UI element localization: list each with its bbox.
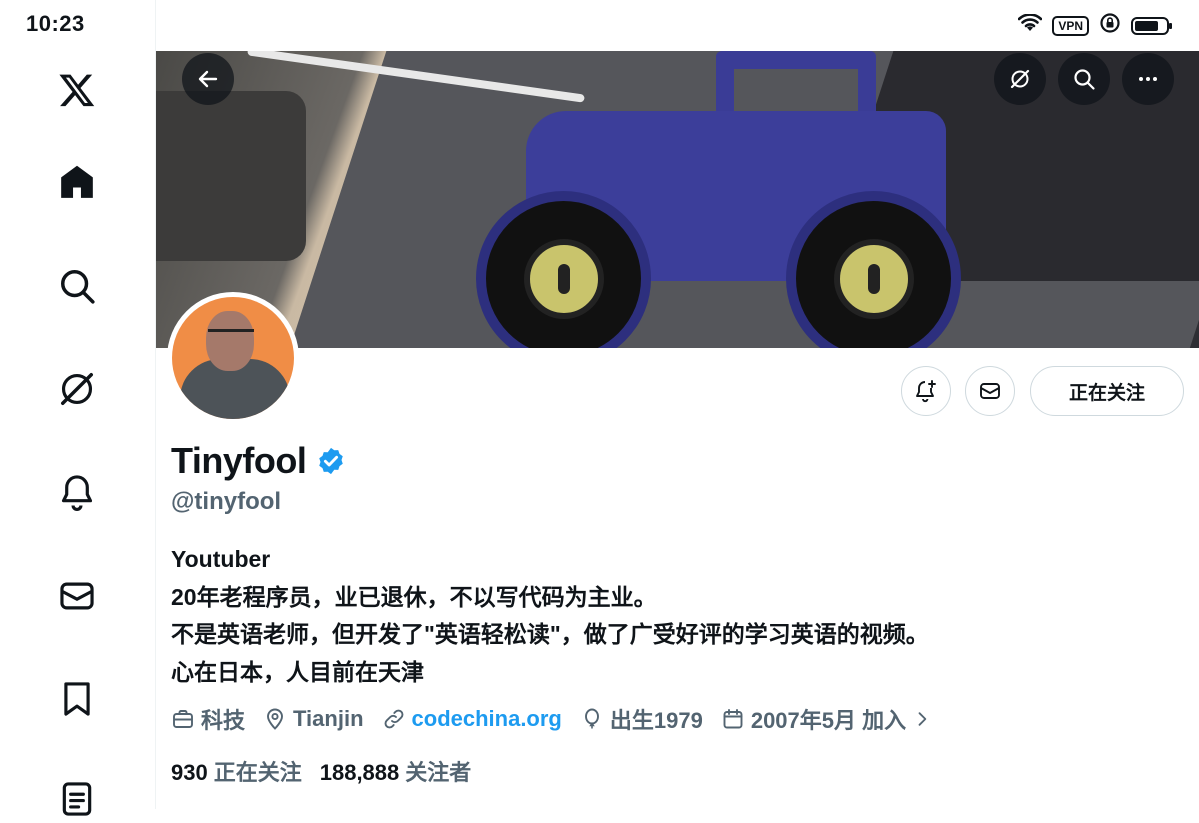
website-item[interactable]: codechina.org: [382, 706, 562, 732]
birth-label: 出生1979: [609, 708, 703, 733]
chevron-right-icon[interactable]: [912, 709, 932, 729]
verified-badge-icon[interactable]: [316, 446, 346, 476]
bio-line: 20年老程序员，业已退休，不以写代码为主业。: [171, 583, 657, 610]
bell-plus-icon: [916, 380, 936, 403]
sidebar: [0, 0, 156, 816]
profile-banner[interactable]: [156, 51, 1199, 348]
briefcase-icon: [173, 710, 193, 728]
banner-wheel-hub: [523, 238, 604, 319]
user-handle: @tinyfool: [171, 488, 282, 515]
location-pin-icon: [267, 708, 283, 730]
bio-line: 不是英语老师，但开发了"英语轻松读"，做了广受好评的学习英语的视频。: [171, 621, 929, 647]
profile-meta: 科技 Tianjin codechina.org 出生1979 2007年5月 …: [171, 703, 932, 735]
birth-item: 出生1979: [580, 703, 703, 735]
grok-icon[interactable]: [53, 365, 101, 413]
wifi-icon: [1018, 13, 1043, 37]
grok-icon: [1010, 69, 1030, 89]
profile-bio: Youtuber 20年老程序员，业已退休，不以写代码为主业。 不是英语老师，但…: [171, 541, 929, 691]
following-label: 正在关注: [213, 760, 302, 785]
status-icons: VPN: [1018, 12, 1172, 39]
grok-button[interactable]: [994, 53, 1046, 105]
search-icon: [1074, 69, 1095, 90]
envelope-icon: [980, 383, 1000, 399]
notify-subscribe-button[interactable]: [901, 366, 951, 416]
home-icon[interactable]: [53, 158, 101, 206]
search-profile-button[interactable]: [1058, 53, 1110, 105]
following-count: 930: [171, 760, 208, 785]
battery-fill: [1135, 20, 1159, 31]
followers-label: 关注者: [405, 760, 472, 785]
joined-item[interactable]: 2007年5月 加入: [721, 703, 932, 735]
display-name-row: Tinyfool: [171, 440, 346, 482]
follow-counts: 930 正在关注 188,888 关注者: [171, 755, 471, 787]
calendar-icon: [723, 709, 743, 729]
avatar-image: [172, 297, 294, 419]
x-logo-icon[interactable]: [53, 66, 101, 114]
bookmarks-icon[interactable]: [53, 675, 101, 723]
more-icon: [1139, 77, 1157, 81]
arrow-left-icon: [198, 70, 218, 88]
location-label: Tianjin: [293, 706, 364, 731]
lists-icon[interactable]: [53, 775, 101, 823]
followers-count-link[interactable]: 188,888 关注者: [320, 755, 472, 787]
banner-wheel-hub: [833, 238, 914, 319]
website-link[interactable]: codechina.org: [412, 706, 562, 732]
more-button[interactable]: [1122, 53, 1174, 105]
location-item: Tianjin: [263, 706, 364, 732]
balloon-icon: [584, 708, 599, 729]
joined-label: 2007年5月 加入: [750, 708, 907, 733]
orientation-lock-icon: [1099, 12, 1121, 39]
link-icon: [384, 709, 403, 729]
back-button[interactable]: [182, 53, 234, 105]
messages-icon[interactable]: [53, 572, 101, 620]
followers-count: 188,888: [319, 760, 400, 785]
vpn-badge: VPN: [1052, 15, 1089, 36]
banner-mousepad: [156, 91, 306, 261]
battery-icon: [1131, 16, 1172, 35]
search-icon[interactable]: [53, 262, 101, 310]
display-name: Tinyfool: [171, 440, 307, 481]
following-count-link[interactable]: 930 正在关注: [171, 755, 302, 787]
avatar[interactable]: [167, 292, 299, 424]
avatar-glasses: [208, 329, 254, 342]
notifications-icon[interactable]: [53, 468, 101, 516]
category-item: 科技: [171, 703, 245, 735]
following-button[interactable]: 正在关注: [1030, 366, 1184, 416]
category-label: 科技: [201, 708, 246, 733]
message-button[interactable]: [965, 366, 1015, 416]
bio-line: Youtuber: [171, 546, 271, 572]
bio-line: 心在日本，人目前在天津: [171, 658, 424, 685]
